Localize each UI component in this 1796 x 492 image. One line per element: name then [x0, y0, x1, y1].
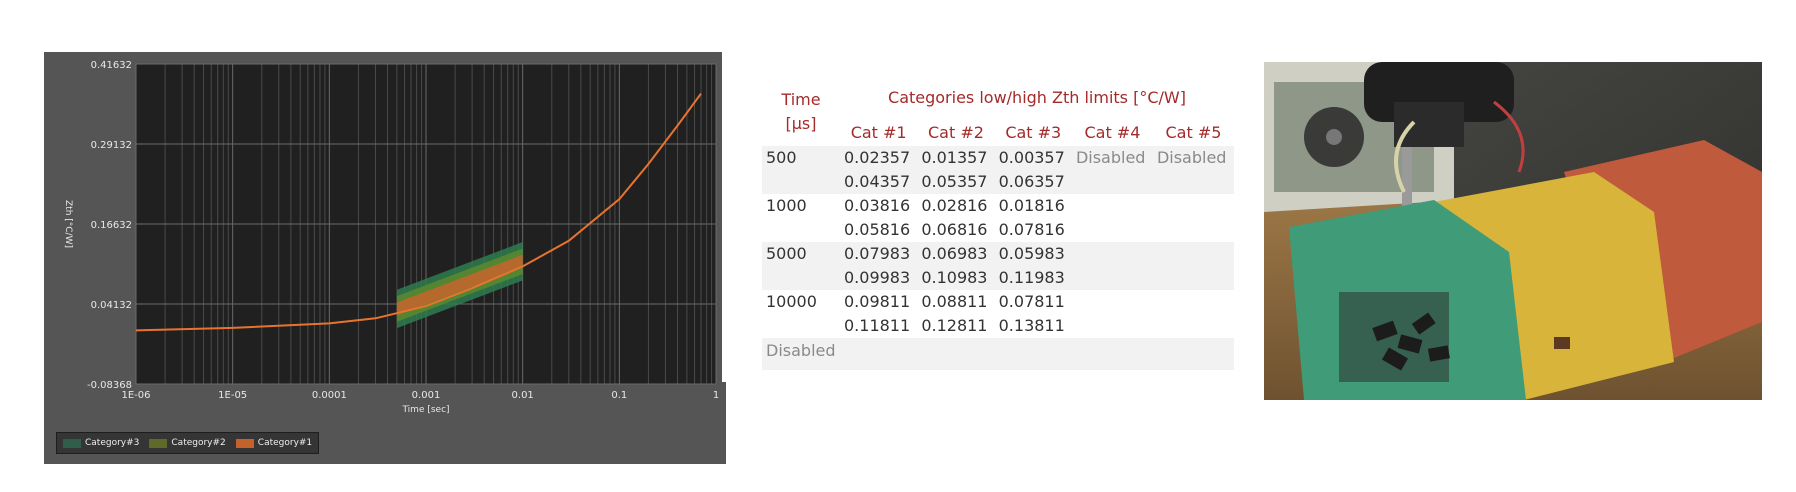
chart-legend: Category#3 Category#2 Category#1	[56, 432, 320, 454]
x-axis-title: Time [sec]	[401, 405, 449, 415]
x-axis-ticks: 1E-06 1E-05 0.0001 0.001 0.01 0.1 1	[121, 390, 719, 401]
low-limit-cell: Disabled	[1071, 146, 1153, 170]
table-row[interactable]: 5000 0.07983 0.06983 0.05983	[762, 242, 1234, 290]
low-limit-cell	[1152, 242, 1234, 266]
column-header-cat-3: Cat #3	[1005, 123, 1062, 142]
column-header-cat-2: Cat #2	[928, 123, 984, 142]
time-cell: 5000	[762, 242, 840, 290]
table-row-disabled[interactable]: Disabled	[762, 338, 1234, 370]
y-tick-label: -0.08368	[87, 380, 132, 391]
high-limit-cell	[1071, 314, 1153, 338]
disabled-row-cell: Disabled	[762, 338, 1234, 370]
low-limit-cell: 0.00357	[994, 146, 1072, 170]
high-limit-cell	[1071, 218, 1153, 242]
high-limit-cell: 0.04357	[840, 170, 918, 194]
low-limit-cell: 0.09811	[840, 290, 918, 314]
legend-label: Category#2	[171, 438, 226, 448]
x-tick-label: 0.0001	[312, 390, 347, 401]
zth-chart: 1E-06 1E-05 0.0001 0.001 0.01 0.1 1 0.41632 0.2…	[63, 60, 719, 415]
x-tick-label: 0.1	[611, 390, 627, 401]
low-limit-cell	[1071, 194, 1153, 218]
legend-item-category-3: Category#3	[63, 438, 139, 448]
low-limit-cell: 0.05983	[994, 242, 1072, 266]
high-limit-cell: 0.05816	[840, 218, 918, 242]
time-header-line-1: Time	[781, 90, 821, 109]
legend-swatch	[63, 438, 81, 448]
high-limit-cell	[1152, 218, 1234, 242]
high-limit-cell: 0.06357	[994, 170, 1072, 194]
time-column-header: Time [µs]	[762, 82, 840, 146]
high-limit-cell: 0.11983	[994, 266, 1072, 290]
component-in-yellow-bin	[1554, 337, 1570, 349]
x-tick-label: 0.01	[512, 390, 534, 401]
high-limit-cell: 0.05357	[917, 170, 995, 194]
handler-arm	[1394, 102, 1464, 147]
high-limit-cell	[1152, 170, 1234, 194]
bin-interior-shadow	[1339, 292, 1449, 382]
low-limit-cell: 0.03816	[840, 194, 918, 218]
time-cell: 10000	[762, 290, 840, 338]
legend-label: Category#1	[257, 438, 313, 448]
low-limit-cell	[1071, 242, 1153, 266]
zth-limits-table: Time [µs] Categories low/high Zth limits…	[762, 82, 1234, 370]
time-header-line-2: [µs]	[785, 114, 817, 133]
y-axis-title: Zth [°C/W]	[63, 200, 73, 248]
high-limit-cell	[1071, 170, 1153, 194]
zth-limits-table-container: Time [µs] Categories low/high Zth limits…	[762, 82, 1234, 370]
y-tick-label: 0.29132	[91, 140, 132, 151]
sorting-bins-photo	[1264, 62, 1762, 400]
x-tick-label: 1E-05	[218, 390, 247, 401]
legend-item-category-1: Category#1	[235, 438, 313, 448]
low-limit-cell: 0.01816	[994, 194, 1072, 218]
y-tick-label: 0.41632	[91, 60, 132, 71]
y-tick-label: 0.16632	[91, 220, 132, 231]
pick-nozzle	[1402, 147, 1412, 207]
time-cell: 500	[762, 146, 840, 194]
low-limit-cell: 0.01357	[917, 146, 995, 170]
high-limit-cell	[1071, 266, 1153, 290]
low-limit-cell: 0.02816	[917, 194, 995, 218]
low-limit-cell: 0.08811	[917, 290, 995, 314]
zth-chart-panel: 1E-06 1E-05 0.0001 0.001 0.01 0.1 1 0.41632 0.2…	[44, 52, 726, 464]
low-limit-cell: 0.07811	[994, 290, 1072, 314]
x-tick-label: 1	[713, 390, 719, 401]
low-limit-cell: Disabled	[1152, 146, 1234, 170]
low-limit-cell	[1152, 194, 1234, 218]
high-limit-cell	[1152, 266, 1234, 290]
low-limit-cell: 0.07983	[840, 242, 918, 266]
high-limit-cell	[1152, 314, 1234, 338]
high-limit-cell: 0.12811	[917, 314, 995, 338]
column-header-cat-1: Cat #1	[850, 123, 907, 142]
column-header-cat-5: Cat #5	[1165, 123, 1222, 142]
low-limit-cell: 0.06983	[917, 242, 995, 266]
low-limit-cell: 0.02357	[840, 146, 918, 170]
table-row[interactable]: 1000 0.03816 0.02816 0.01816	[762, 194, 1234, 242]
x-tick-label: 1E-06	[121, 390, 150, 401]
column-header-cat-4: Cat #4	[1084, 123, 1141, 142]
photo-illustration	[1264, 62, 1762, 400]
legend-swatch	[149, 438, 168, 448]
time-cell: 1000	[762, 194, 840, 242]
low-limit-cell	[1071, 290, 1153, 314]
table-row[interactable]: 10000 0.09811 0.08811 0.07811	[762, 290, 1234, 338]
high-limit-cell: 0.13811	[994, 314, 1072, 338]
x-tick-label: 0.001	[412, 390, 441, 401]
high-limit-cell: 0.11811	[840, 314, 918, 338]
table-row[interactable]: 500 0.02357 0.01357 0.00357 Disabled Dis…	[762, 146, 1234, 194]
low-limit-cell	[1152, 290, 1234, 314]
y-tick-label: 0.04132	[91, 300, 132, 311]
legend-swatch	[235, 438, 254, 448]
high-limit-cell: 0.07816	[994, 218, 1072, 242]
high-limit-cell: 0.06816	[917, 218, 995, 242]
y-axis-ticks: 0.41632 0.29132 0.16632 0.04132 -0.08368	[87, 60, 132, 391]
high-limit-cell: 0.10983	[917, 266, 995, 290]
categories-header: Categories low/high Zth limits [°C/W]	[888, 87, 1186, 107]
fan-hub	[1326, 129, 1342, 145]
legend-item-category-2: Category#2	[149, 438, 226, 448]
high-limit-cell: 0.09983	[840, 266, 918, 290]
legend-label: Category#3	[85, 438, 140, 448]
